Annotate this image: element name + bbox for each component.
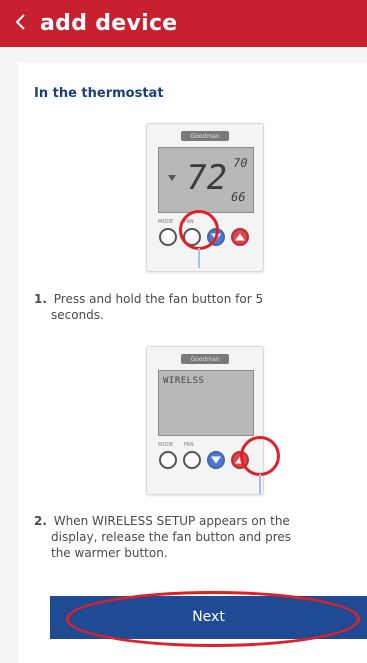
mode-label: MODE	[158, 219, 174, 225]
highlight-warmer-circle	[240, 436, 280, 476]
step-1-line1: Press and hold the fan button for 5	[53, 292, 264, 306]
thermostat-display: 72 70 66	[158, 147, 254, 213]
mode-button-icon	[159, 228, 177, 246]
warmer-button-icon	[231, 228, 249, 246]
back-button[interactable]	[0, 0, 40, 47]
step-1-line2: seconds.	[51, 308, 104, 322]
mode-label: MODE	[158, 442, 174, 448]
fan-button-icon	[183, 451, 201, 469]
step-2-line3: the warmer button.	[51, 546, 168, 560]
highlight-fan-circle	[179, 210, 219, 250]
highlight-next-ring	[66, 591, 360, 647]
step-1-number: 1.	[34, 292, 47, 306]
pointer-line	[259, 474, 261, 494]
current-temperature: 72	[182, 158, 231, 198]
pointer-line	[198, 248, 200, 268]
temp-down-indicator-icon	[168, 175, 176, 181]
step-2-line1: When WIRELESS SETUP appears on the	[53, 514, 290, 528]
thermostat-illustration-1: Goodman 72 70 66 MODE FAN	[146, 123, 264, 272]
fan-label: FAN	[184, 442, 194, 448]
lcd-message: WIRELSS	[163, 376, 205, 386]
app-header: add device	[0, 0, 367, 47]
thermostat-brand-logo: Goodman	[181, 131, 229, 141]
thermostat-illustration-2: Goodman WIRELSS MODE FAN	[146, 346, 264, 495]
step-2-instruction: 2. When WIRELESS SETUP appears on the di…	[34, 513, 367, 561]
mode-button-icon	[159, 451, 177, 469]
setpoint-lower: 66	[229, 190, 247, 204]
cooler-button-icon	[207, 451, 225, 469]
thermostat-display: WIRELSS	[158, 370, 254, 436]
thermostat-brand-logo: Goodman	[181, 354, 229, 364]
setpoint-upper: 70	[231, 156, 249, 170]
section-title: In the thermostat	[34, 86, 164, 101]
chevron-left-icon	[14, 13, 26, 35]
page-title: add device	[40, 11, 178, 36]
step-1-instruction: 1. Press and hold the fan button for 5 s…	[34, 291, 354, 323]
step-2-number: 2.	[34, 514, 47, 528]
step-2-line2: display, release the fan button and pres	[51, 530, 292, 544]
